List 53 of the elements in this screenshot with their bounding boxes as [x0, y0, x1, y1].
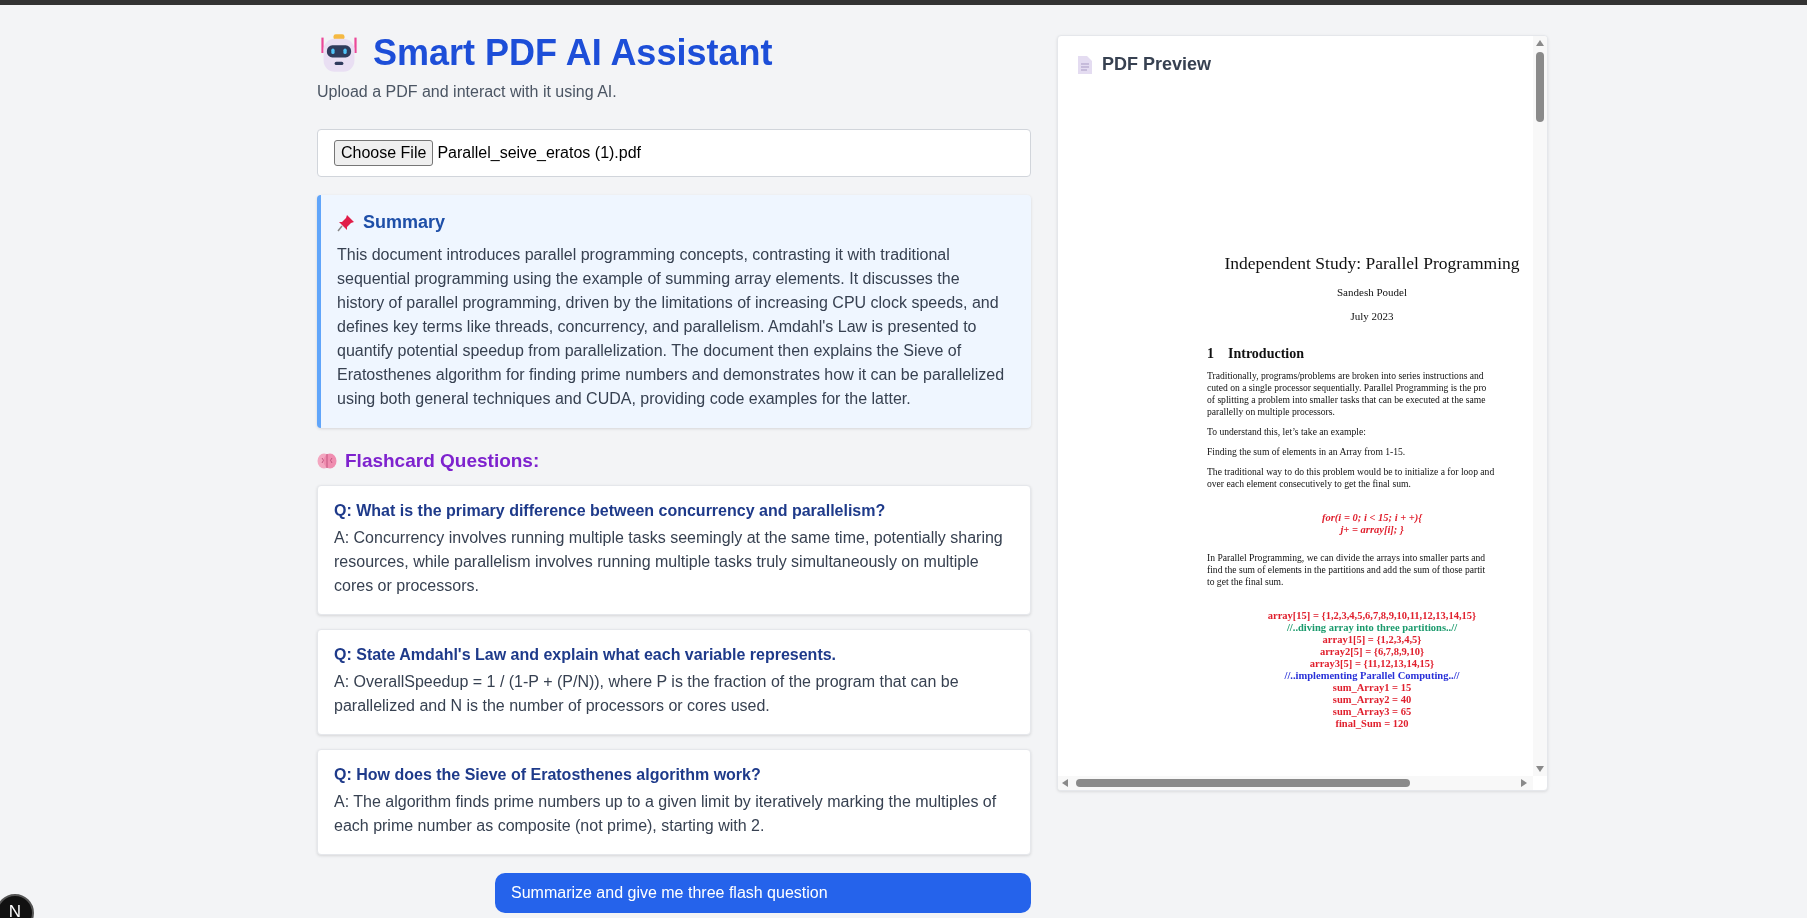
dev-badge[interactable]: N: [0, 894, 34, 918]
flashcard-question: Q: What is the primary difference between concurrency and parallelism?: [334, 502, 887, 520]
code-line: //..diving array into three partitions..//: [1285, 622, 1459, 634]
document-text-line: to get the final sum.: [1207, 576, 1285, 588]
file-input-field[interactable]: Choose File Parallel_seive_eratos (1).pdf: [317, 129, 1031, 177]
section-title: Introduction: [1228, 346, 1304, 362]
summarize-button[interactable]: Summarize and give me three flash question: [495, 873, 1031, 913]
flashcards-heading: Flashcard Questions:: [345, 450, 540, 472]
app-subtitle: Upload a PDF and interact with it using AI.: [317, 83, 618, 101]
document-title: Independent Study: Parallel Programming: [1223, 253, 1521, 274]
document-text-line: The traditional way to do this problem would be to initialize a for loop and: [1207, 466, 1496, 478]
app-title: Smart PDF AI Assistant: [373, 32, 773, 74]
code-line: final_Sum = 120: [1334, 718, 1410, 730]
scroll-right-icon[interactable]: [1521, 779, 1527, 787]
document-text-line: In Parallel Programming, we can divide the arrays into smaller parts and: [1207, 552, 1487, 564]
summary-text: This document introduces parallel programming concepts, contrasting it with traditional sequential programming using the example of summing array elements. It discusses the history of parallel programming, driven by the limitations of increasing CPU clock speeds, and defines key terms like threads, concurrency, and parallelism. Amdahl's Law is presented to quantify potential speedup from parallelization. The document then explains the Sieve of Eratosthenes algorithm for finding prime numbers and demonstrates how it can be parallelized using both general techniques and CUDA, providing code examples for the latter.: [337, 245, 1006, 409]
code-line: sum_Array1 = 15: [1331, 682, 1413, 694]
scroll-up-icon[interactable]: [1536, 40, 1544, 46]
document-text-line: cuted on a single processor sequentially. Parallel Programming is the pro: [1207, 382, 1488, 394]
document-author: Sandesh Poudel: [1336, 286, 1408, 298]
pushpin-icon: [337, 213, 355, 232]
formula-line: for(i = 0; i < 15; i + +){: [1321, 512, 1424, 524]
code-line: array[15] = {1,2,3,4,5,6,7,8,9,10,11,12,13,14,15}: [1266, 610, 1478, 622]
file-name: Parallel_seive_eratos (1).pdf: [437, 144, 642, 162]
document-date: July 2023: [1349, 310, 1395, 322]
code-line: array1[5] = {1,2,3,4,5}: [1321, 634, 1423, 646]
choose-file-button[interactable]: Choose File: [334, 140, 434, 166]
brain-icon: [317, 452, 337, 470]
summary-title: Summary: [363, 212, 446, 233]
flashcard-answer: A: OverallSpeedup = 1 / (1-P + (P/N)), where P is the fraction of the program that can be parallelized and N is the number of processors or cores used.: [334, 672, 960, 716]
flashcard-question: Q: State Amdahl's Law and explain what each variable represents.: [334, 646, 838, 664]
preview-title: PDF Preview: [1102, 54, 1212, 75]
document-text-line: find the sum of elements in the partitions and add the sum of those partit: [1207, 564, 1487, 576]
flashcard-answer: A: Concurrency involves running multiple tasks seemingly at the same time, potentially sharing resources, while parallelism involves running multiple tasks truly simultaneously on multiple cores or processors.: [334, 528, 1004, 596]
code-line: sum_Array3 = 65: [1331, 706, 1413, 718]
code-line: //..implementing Parallel Computing..//: [1283, 670, 1461, 682]
document-text-line: of splitting a problem into smaller tasks that can be executed at the same: [1207, 394, 1487, 406]
code-line: array3[5] = {11,12,13,14,15}: [1308, 658, 1436, 670]
document-text-line: Traditionally, programs/problems are broken into series instructions and: [1207, 370, 1485, 382]
formula-line: j+ = array[i]; }: [1338, 524, 1405, 536]
section-number: 1: [1207, 346, 1214, 362]
flashcard-question: Q: How does the Sieve of Eratosthenes algorithm work?: [334, 766, 762, 784]
code-line: sum_Array2 = 40: [1331, 694, 1413, 706]
document-text-line: parallelly on multiple processors.: [1207, 406, 1336, 418]
document-text-line: over each element consecutively to get the final sum.: [1207, 478, 1412, 490]
horizontal-scrollbar[interactable]: [1058, 776, 1533, 790]
document-text-line: To understand this, let’s take an example:: [1207, 426, 1367, 438]
scroll-left-icon[interactable]: [1062, 779, 1068, 787]
code-line: array2[5] = {6,7,8,9,10}: [1318, 646, 1426, 658]
vertical-scrollbar[interactable]: [1533, 36, 1547, 776]
document-icon: [1078, 55, 1092, 74]
document-text-line: Finding the sum of elements in an Array from 1-15.: [1207, 446, 1407, 458]
flashcard-answer: A: The algorithm finds prime numbers up to a given limit by iteratively marking the multiples of each prime number as composite (not prime), starting with 2.: [334, 792, 998, 836]
